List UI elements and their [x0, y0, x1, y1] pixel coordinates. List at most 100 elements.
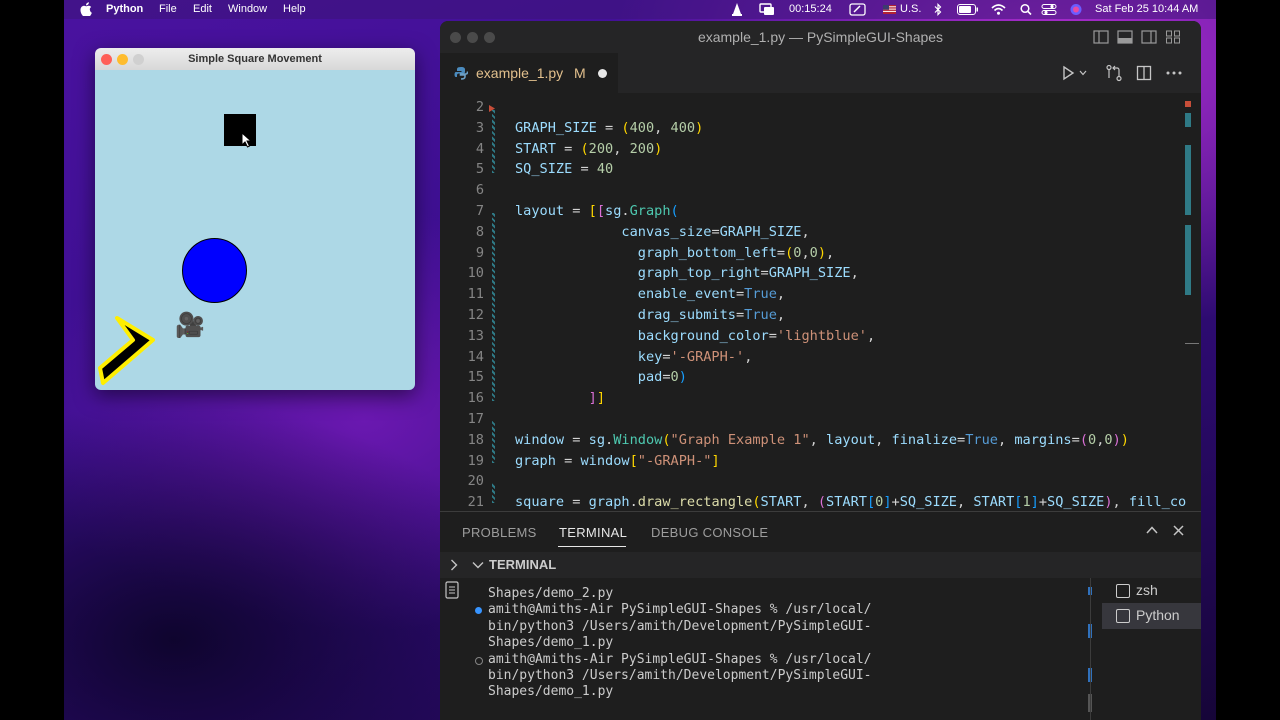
code-line[interactable]: key='-GRAPH-',: [515, 348, 753, 365]
code-line[interactable]: canvas_size=GRAPH_SIZE,: [515, 224, 809, 240]
graph-canvas[interactable]: 🎥: [95, 70, 415, 390]
yellow-arrow-shape[interactable]: [95, 310, 165, 390]
code-token: True: [965, 431, 998, 448]
line-number: 4: [475, 140, 484, 157]
blue-circle[interactable]: [182, 238, 247, 303]
terminal-session-python[interactable]: Python: [1102, 603, 1201, 629]
code-line[interactable]: drag_submits=True,: [515, 307, 785, 323]
code-token: 40: [596, 161, 614, 178]
tab-problems[interactable]: PROBLEMS: [462, 525, 537, 540]
code-token: ,: [744, 348, 753, 365]
window-title-bar[interactable]: Simple Square Movement: [95, 48, 415, 71]
unsaved-dot-icon[interactable]: [598, 69, 607, 78]
code-token: ,: [826, 244, 835, 261]
code-token: =: [662, 348, 671, 365]
menu-app-python[interactable]: Python: [106, 3, 143, 15]
spotlight-search-icon[interactable]: [1020, 3, 1032, 16]
menubar-datetime[interactable]: Sat Feb 25 10:44 AM: [1095, 3, 1198, 15]
toggle-panel-icon[interactable]: [1117, 29, 1133, 45]
code-token: ,: [866, 327, 876, 344]
terminal-line: amith@Amiths-Air PySimpleGUI-Shapes % /u…: [488, 651, 872, 667]
code-token: =: [555, 452, 581, 469]
customize-layout-icon[interactable]: [1165, 29, 1181, 45]
edit-annotate-icon[interactable]: [849, 3, 866, 16]
code-token: pad: [637, 369, 663, 386]
code-line[interactable]: graph = window["-GRAPH-"]: [515, 453, 720, 469]
more-actions-icon[interactable]: [1166, 71, 1182, 75]
gutter-change-marker: [492, 421, 495, 463]
expand-chevron-right-icon[interactable]: [450, 559, 458, 571]
code-line[interactable]: pad=0): [515, 369, 687, 385]
terminal-session-zsh[interactable]: zsh: [1102, 578, 1201, 604]
desktop: Python File Edit Window Help 00:15:24 U.…: [64, 0, 1216, 720]
code-token: =: [572, 161, 597, 178]
code-line[interactable]: START = (200, 200): [515, 141, 662, 157]
code-token: layout: [515, 203, 565, 219]
siri-icon[interactable]: [1070, 3, 1082, 16]
code-token: 200: [629, 140, 655, 157]
menu-edit[interactable]: Edit: [193, 3, 212, 15]
code-line[interactable]: background_color='lightblue',: [515, 328, 875, 344]
code-token: ): [817, 244, 827, 261]
control-center-icon[interactable]: [1041, 3, 1057, 16]
collapse-chevron-down-icon[interactable]: [472, 561, 484, 569]
tab-debug-console[interactable]: DEBUG CONSOLE: [651, 525, 768, 540]
code-line[interactable]: enable_event=True,: [515, 286, 785, 302]
menu-file[interactable]: File: [159, 3, 177, 15]
menu-help[interactable]: Help: [283, 3, 306, 15]
code-line[interactable]: square = graph.draw_rectangle(START, (ST…: [515, 494, 1186, 510]
code-line[interactable]: graph_bottom_left=(0,0),: [515, 245, 834, 261]
code-token: "-GRAPH-": [637, 452, 712, 469]
terminal-icon: [1116, 609, 1130, 623]
terminal-line: Shapes/demo_1.py: [488, 684, 614, 700]
code-line[interactable]: graph_top_right=GRAPH_SIZE,: [515, 265, 859, 281]
terminal-sessions-list: [1090, 578, 1091, 720]
movie-camera-icon[interactable]: 🎥: [175, 312, 205, 340]
vlc-cone-icon[interactable]: [731, 3, 743, 16]
toggle-sidebar-icon[interactable]: [1093, 29, 1109, 45]
maximize-panel-chevron-up-icon[interactable]: [1146, 526, 1158, 534]
code-token: [: [588, 203, 597, 219]
code-token: '-GRAPH-': [670, 348, 745, 365]
code-line[interactable]: ]]: [515, 390, 605, 406]
code-token: 0: [670, 369, 679, 386]
code-token: [: [629, 452, 638, 469]
command-success-decoration-icon[interactable]: [475, 607, 482, 614]
code-token: Window: [613, 431, 663, 448]
code-token: .: [605, 431, 614, 448]
code-line[interactable]: window = sg.Window("Graph Example 1", la…: [515, 432, 1129, 448]
code-token: ,: [801, 494, 818, 511]
tab-example-1-py[interactable]: example_1.py M: [440, 53, 618, 93]
split-editor-icon[interactable]: [1136, 65, 1152, 81]
toggle-secondary-sidebar-icon[interactable]: [1141, 29, 1157, 45]
apple-icon[interactable]: [80, 2, 92, 16]
code-token: square: [515, 494, 565, 511]
tab-filename: example_1.py: [476, 65, 564, 81]
open-changes-icon[interactable]: [1105, 64, 1123, 82]
code-token: Graph: [629, 203, 671, 219]
wifi-icon[interactable]: [991, 3, 1006, 16]
command-pending-decoration-icon[interactable]: [475, 657, 483, 665]
close-panel-icon[interactable]: [1173, 525, 1184, 536]
code-line[interactable]: SQ_SIZE = 40: [515, 161, 613, 177]
bluetooth-icon[interactable]: [934, 3, 942, 16]
code-line[interactable]: layout = [[sg.Graph(: [515, 203, 679, 219]
code-token: =: [596, 119, 622, 136]
battery-icon[interactable]: [957, 3, 979, 16]
code-token: 200: [588, 140, 614, 157]
editor-scrollbar[interactable]: [1185, 93, 1199, 511]
code-token: graph: [588, 494, 630, 511]
recording-timer: 00:15:24: [789, 3, 832, 15]
code-editor[interactable]: 2 3 GRAPH_SIZE = (400, 400) 4 START = (200, …: [440, 93, 1201, 511]
input-source-label[interactable]: U.S.: [900, 3, 921, 15]
line-number: 17: [467, 411, 484, 427]
terminal-outline-icon[interactable]: [445, 581, 459, 599]
code-line[interactable]: GRAPH_SIZE = (400, 400): [515, 120, 703, 136]
screen-share-icon[interactable]: [759, 3, 775, 16]
run-dropdown-chevron-icon[interactable]: [1079, 70, 1087, 76]
vscode-title-bar[interactable]: example_1.py — PySimpleGUI-Shapes: [440, 21, 1201, 53]
tab-terminal[interactable]: TERMINAL: [559, 525, 627, 540]
menu-window[interactable]: Window: [228, 3, 267, 15]
run-python-file-icon[interactable]: [1060, 65, 1076, 81]
